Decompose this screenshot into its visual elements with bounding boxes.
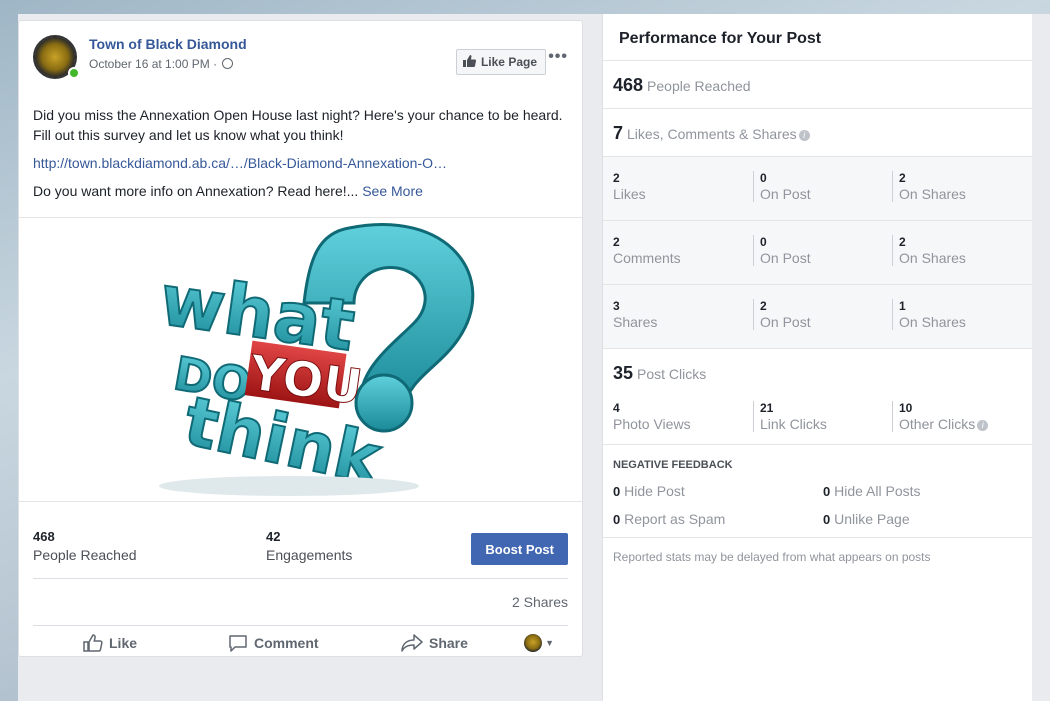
shares-breakdown-row: 3 Shares 2 On Post 1 On Shares xyxy=(603,284,1032,348)
negative-feedback-title: NEGATIVE FEEDBACK xyxy=(613,459,733,471)
more-options-icon[interactable]: ••• xyxy=(548,48,568,66)
shares-on-post: 2 xyxy=(760,299,767,313)
post-clicks-label: Post Clicks xyxy=(637,366,707,382)
share-icon xyxy=(401,634,423,652)
performance-panel: Performance for Your Post 468 People Reac… xyxy=(602,14,1032,701)
people-reached-stat[interactable]: 468 People Reached xyxy=(33,529,137,563)
what-do-you-think-graphic: what DO YOU think xyxy=(154,223,475,501)
like-page-label: Like Page xyxy=(480,55,537,69)
report-spam-stat: 0 Report as Spam xyxy=(613,511,726,527)
people-reached-label: People Reached xyxy=(33,547,137,563)
negative-feedback-section: NEGATIVE FEEDBACK 0 Hide Post 0 Hide All… xyxy=(603,444,1032,544)
post-image[interactable]: what DO YOU think xyxy=(19,217,582,502)
people-reached-section: 468 People Reached xyxy=(603,60,1032,108)
on-shares-label: On Shares xyxy=(899,186,966,202)
boost-post-button[interactable]: Boost Post xyxy=(471,533,568,565)
people-reached-num: 468 xyxy=(33,529,55,544)
post-body: Did you miss the Annexation Open House l… xyxy=(33,105,568,209)
on-shares-label: On Shares xyxy=(899,250,966,266)
see-more-link[interactable]: See More xyxy=(362,183,423,199)
comment-action-button[interactable]: Comment xyxy=(228,634,319,652)
other-clicks-num: 10 xyxy=(899,401,913,415)
share-action-button[interactable]: Share xyxy=(401,634,468,652)
survey-link[interactable]: http://town.blackdiamond.ab.ca/…/Black-D… xyxy=(33,155,447,171)
info-icon[interactable]: i xyxy=(977,420,989,431)
page-name-link[interactable]: Town of Black Diamond xyxy=(89,36,247,52)
on-shares-label: On Shares xyxy=(899,314,966,330)
on-post-label: On Post xyxy=(760,186,811,202)
chevron-down-icon: ▼ xyxy=(545,638,554,648)
comment-action-label: Comment xyxy=(254,635,319,651)
comments-label: Comments xyxy=(613,250,681,266)
post-text-line: Did you miss the Annexation Open House l… xyxy=(33,107,563,143)
engagement-section: 7 Likes, Comments & Shares i xyxy=(603,108,1032,156)
share-action-label: Share xyxy=(429,635,468,651)
post-as-selector[interactable]: ▼ xyxy=(524,634,554,652)
on-post-label: On Post xyxy=(760,250,811,266)
performance-title: Performance for Your Post xyxy=(619,30,822,47)
link-clicks-label: Link Clicks xyxy=(760,416,827,432)
likes-on-shares: 2 xyxy=(899,171,906,185)
like-page-button[interactable]: Like Page xyxy=(455,49,546,75)
thumbs-up-icon xyxy=(462,54,476,70)
likes-on-post: 0 xyxy=(760,171,767,185)
engagements-label: Engagements xyxy=(266,547,353,563)
post-actions-bar: Like Comment Share ▼ xyxy=(33,625,568,657)
likes-label: Likes xyxy=(613,186,646,202)
hide-all-posts-stat: 0 Hide All Posts xyxy=(823,483,921,499)
footnote-section: Reported stats may be delayed from what … xyxy=(603,537,1032,577)
divider xyxy=(33,578,568,579)
perf-reached-num: 468 xyxy=(613,75,644,95)
post-text-line: Do you want more info on Annexation? Rea… xyxy=(33,183,363,199)
likes-breakdown-row: 2 Likes 0 On Post 2 On Shares xyxy=(603,156,1032,220)
online-status-icon xyxy=(68,67,80,79)
perf-engagement-num: 7 xyxy=(613,123,624,143)
shares-on-shares: 1 xyxy=(899,299,906,313)
shares-count-link[interactable]: 2 Shares xyxy=(512,594,568,610)
comments-on-shares: 2 xyxy=(899,235,906,249)
on-post-label: On Post xyxy=(760,314,811,330)
stats-delay-footnote: Reported stats may be delayed from what … xyxy=(613,550,931,564)
comment-icon xyxy=(229,635,247,652)
link-clicks-num: 21 xyxy=(760,401,774,415)
other-clicks-label: Other Clicks i xyxy=(899,416,989,432)
shares-total: 3 xyxy=(613,299,620,313)
perf-engagement-label: Likes, Comments & Shares xyxy=(627,126,797,142)
photo-views-label: Photo Views xyxy=(613,416,691,432)
comments-on-post: 0 xyxy=(760,235,767,249)
comments-breakdown-row: 2 Comments 0 On Post 2 On Shares xyxy=(603,220,1032,284)
like-action-label: Like xyxy=(109,635,138,651)
globe-icon xyxy=(222,58,234,69)
post-clicks-num: 35 xyxy=(613,363,634,383)
post-card: Town of Black Diamond October 16 at 1:00… xyxy=(18,20,583,657)
like-icon xyxy=(83,634,103,652)
engagements-num: 42 xyxy=(266,529,281,544)
post-stats: 468 People Reached 42 Engagements Boost … xyxy=(33,515,568,571)
photo-views-num: 4 xyxy=(613,401,620,415)
info-icon[interactable]: i xyxy=(798,130,810,141)
comments-total: 2 xyxy=(613,235,620,249)
hide-post-stat: 0 Hide Post xyxy=(613,483,685,499)
likes-total: 2 xyxy=(613,171,620,185)
engagements-stat[interactable]: 42 Engagements xyxy=(266,529,352,563)
perf-reached-label: People Reached xyxy=(647,78,751,94)
post-clicks-section: 35 Post Clicks 4 Photo Views 21 Link Clicks… xyxy=(603,348,1032,444)
post-header: Town of Black Diamond October 16 at 1:00… xyxy=(33,35,568,85)
like-action-button[interactable]: Like xyxy=(83,634,137,652)
shares-label: Shares xyxy=(613,314,658,330)
page-mini-avatar xyxy=(524,634,543,652)
post-timestamp[interactable]: October 16 at 1:00 PM · xyxy=(89,57,234,71)
unlike-page-stat: 0 Unlike Page xyxy=(823,511,910,527)
timestamp-text: October 16 at 1:00 PM · xyxy=(89,57,221,71)
